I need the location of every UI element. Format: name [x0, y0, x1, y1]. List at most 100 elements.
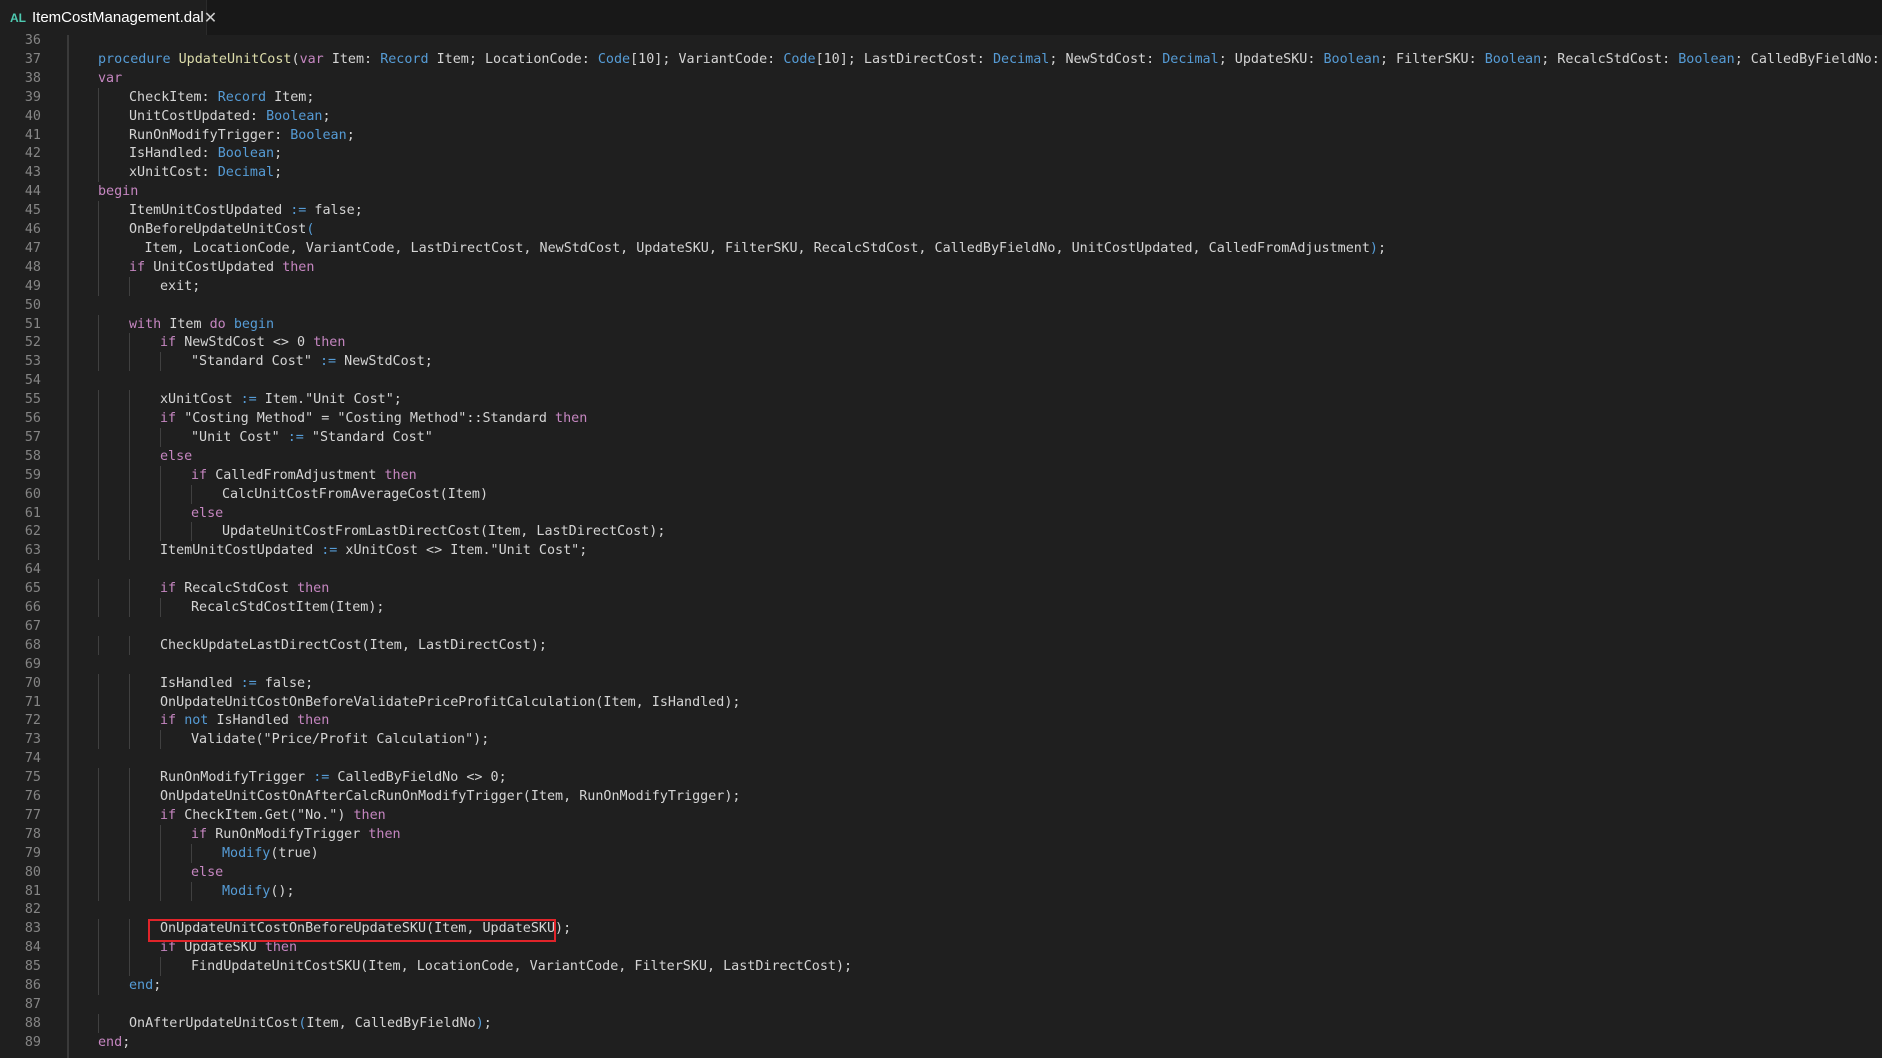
code-token: ; CalledByFieldNo: — [1734, 51, 1882, 67]
code-token: := — [290, 203, 307, 219]
code-token: Item, CalledByFieldNo — [306, 1015, 476, 1031]
code-text: end; — [98, 1033, 130, 1052]
code-line: 41 RunOnModifyTrigger: Boolean; — [0, 125, 1882, 145]
code-token: RunOnModifyTrigger: — [129, 127, 291, 143]
code-token: Boolean — [1323, 51, 1380, 67]
line-number: 55 — [24, 392, 41, 408]
indent-guide — [98, 201, 99, 221]
line-number: 37 — [24, 51, 41, 67]
line-number: 46 — [24, 222, 41, 237]
line-number: 43 — [24, 165, 41, 181]
line-number: 88 — [24, 1015, 41, 1031]
code-text: if RunOnModifyTrigger then — [191, 825, 401, 844]
code-line: 68 CheckUpdateLastDirectCost(Item, LastDi… — [0, 635, 1882, 655]
al-language-icon: AL — [10, 10, 26, 25]
code-token: Item — [169, 316, 210, 332]
code-token: false; — [256, 675, 314, 691]
indent-guide — [129, 730, 130, 750]
code-line: 45 ItemUnitCostUpdated := false; — [0, 201, 1882, 221]
indent-guide — [129, 881, 130, 901]
indent-guide — [98, 711, 99, 731]
code-line: 86 end; — [0, 976, 1882, 995]
line-number: 52 — [24, 335, 41, 351]
code-text: begin — [98, 182, 138, 201]
indent-guide — [98, 163, 99, 183]
indent-guide — [129, 919, 130, 939]
code-token: Validate("Price/Profit Calculation"); — [191, 732, 490, 748]
line-number: 82 — [24, 902, 41, 918]
indent-guide — [98, 805, 99, 825]
code-token: FindUpdateUnitCostSKU(Item, LocationCode… — [191, 959, 853, 975]
line-number: 36 — [24, 33, 41, 48]
code-token: Item; — [266, 89, 315, 105]
indent-guide — [98, 352, 99, 372]
code-line: 57 "Unit Cost" := "Standard Cost" — [0, 427, 1882, 447]
code-token: ) — [1369, 240, 1378, 256]
code-token: ) — [475, 1015, 484, 1031]
code-token: exit — [160, 278, 193, 294]
code-text: CalcUnitCostFromAverageCost(Item) — [222, 485, 488, 504]
indent-guide — [98, 314, 99, 334]
code-token: xUnitCost: — [129, 165, 218, 181]
line-number: 54 — [24, 373, 41, 389]
code-token: Item."Unit Cost"; — [256, 392, 402, 408]
code-text: FindUpdateUnitCostSKU(Item, LocationCode… — [191, 957, 852, 976]
line-number: 44 — [24, 184, 41, 200]
close-icon[interactable]: ✕ — [204, 8, 217, 28]
code-line: 74 — [0, 749, 1882, 768]
code-token: with — [129, 316, 170, 332]
line-number: 65 — [24, 581, 41, 597]
code-text: if RecalcStdCost then — [160, 579, 329, 598]
code-line: 75 RunOnModifyTrigger := CalledByFieldNo … — [0, 768, 1882, 788]
indent-guide — [129, 446, 130, 466]
code-line: 89 end; — [0, 1033, 1882, 1052]
line-number: 45 — [24, 203, 41, 219]
indent-guide — [191, 522, 192, 542]
code-token: ; — [274, 165, 283, 181]
code-text: CheckUpdateLastDirectCost(Item, LastDire… — [160, 636, 547, 655]
indent-guide — [98, 1013, 99, 1033]
indent-guide — [191, 881, 192, 901]
code-token: Code — [597, 51, 631, 67]
code-text: with Item do begin — [129, 315, 274, 334]
code-token: CheckItem: — [129, 89, 218, 105]
code-token: CalledFromAdjustment — [215, 467, 385, 483]
code-token: := — [240, 675, 257, 691]
indent-guide — [98, 919, 99, 939]
code-line: 66 RecalcStdCostItem(Item); — [0, 598, 1882, 617]
line-number: 67 — [24, 618, 41, 634]
code-token: ; FilterSKU: — [1379, 51, 1485, 67]
line-number: 68 — [24, 637, 41, 653]
line-number: 69 — [24, 656, 41, 672]
code-text: IsHandled := false; — [160, 674, 313, 693]
line-number: 70 — [24, 675, 41, 691]
indent-guide — [129, 276, 130, 296]
code-token: if — [160, 335, 185, 351]
code-token: ; — [153, 978, 162, 993]
code-editor[interactable]: 36 37 procedure UpdateUnitCost(var Item: R… — [0, 33, 1882, 1058]
code-token: ItemUnitCostUpdated — [160, 543, 322, 559]
line-number: 85 — [24, 959, 41, 975]
code-text: else — [191, 863, 223, 882]
code-text: ItemUnitCostUpdated := xUnitCost <> Item… — [160, 541, 587, 560]
code-text: if NewStdCost <> 0 then — [160, 333, 345, 352]
code-token: end — [98, 1034, 123, 1050]
indent-guide — [98, 220, 99, 239]
line-number: 62 — [24, 524, 41, 540]
editor-tab[interactable]: AL ItemCostManagement.dal ✕ — [0, 0, 217, 35]
indent-guide — [160, 862, 161, 882]
code-line: 77 if CheckItem.Get("No.") then — [0, 805, 1882, 825]
code-token: if — [160, 940, 185, 956]
code-token: then — [297, 581, 330, 597]
indent-guide — [129, 692, 130, 712]
indent-guide — [98, 541, 99, 561]
code-text: exit; — [160, 277, 200, 296]
indent-guide — [98, 106, 99, 126]
indent-guide — [129, 390, 130, 410]
indent-guide — [98, 881, 99, 901]
code-token: then — [353, 807, 386, 823]
code-line: 71 OnUpdateUnitCostOnBeforeValidatePriceP… — [0, 692, 1882, 712]
indent-guide — [98, 692, 99, 712]
indent-guide — [98, 824, 99, 844]
indent-guide — [129, 862, 130, 882]
